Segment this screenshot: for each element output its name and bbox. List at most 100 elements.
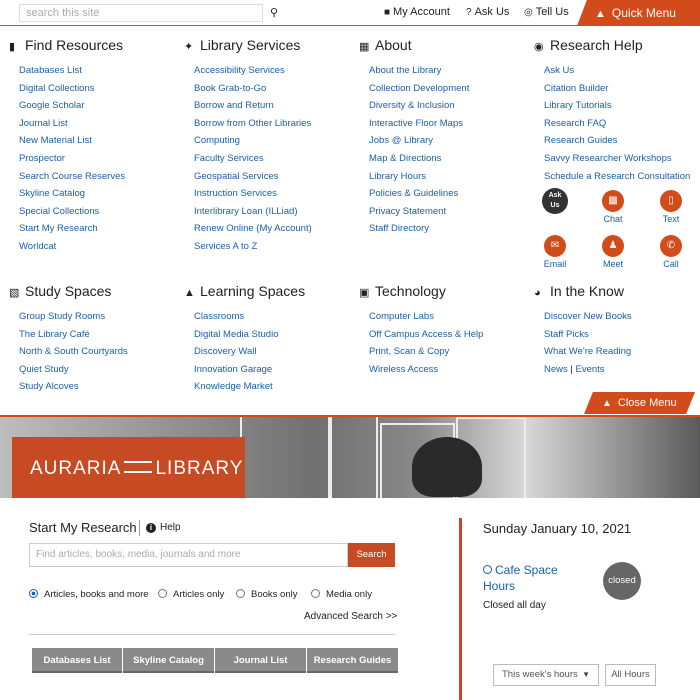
my-account-link[interactable]: ■ My Account: [384, 6, 450, 18]
menu-link[interactable]: Group Study Rooms: [19, 308, 128, 326]
chair-icon: ▧: [9, 287, 20, 299]
chat-button[interactable]: ▩ Chat: [593, 190, 633, 224]
question-icon: ?: [466, 7, 472, 18]
quick-menu-button[interactable]: ▲ Quick Menu: [577, 0, 700, 26]
skyline-catalog-button[interactable]: Skyline Catalog: [123, 648, 214, 673]
tell-us-link[interactable]: ◎ Tell Us: [524, 6, 569, 18]
menu-link[interactable]: Study Alcoves: [19, 378, 128, 396]
menu-link[interactable]: Renew Online (My Account): [194, 220, 312, 238]
menu-link[interactable]: Digital Media Studio: [194, 326, 305, 344]
menu-link[interactable]: Worldcat: [19, 238, 125, 256]
menu-link[interactable]: Classrooms: [194, 308, 305, 326]
menu-link[interactable]: Digital Collections: [19, 80, 125, 98]
menu-link[interactable]: North & South Courtyards: [19, 343, 128, 361]
menu-link[interactable]: About the Library: [369, 62, 469, 80]
menu-link[interactable]: The Library Café: [19, 326, 128, 344]
menu-link[interactable]: Ask Us: [544, 62, 690, 80]
menu-link[interactable]: Quiet Study: [19, 361, 128, 379]
menu-link[interactable]: What We're Reading: [544, 343, 632, 361]
menu-link[interactable]: Computing: [194, 132, 312, 150]
menu-link[interactable]: Borrow and Return: [194, 97, 312, 115]
radio-articles-only[interactable]: Articles only: [158, 589, 224, 600]
clock-icon: [483, 565, 492, 574]
chevron-down-icon: ▼: [582, 670, 590, 679]
library-services-heading: ✦ Library Services: [184, 37, 301, 53]
menu-link[interactable]: New Material List: [19, 132, 125, 150]
menu-link[interactable]: Google Scholar: [19, 97, 125, 115]
meet-button[interactable]: ♟ Meet: [593, 235, 633, 269]
week-hours-select[interactable]: This week's hours ▼: [493, 664, 599, 686]
menu-link[interactable]: Faculty Services: [194, 150, 312, 168]
menu-link[interactable]: Databases List: [19, 62, 125, 80]
menu-link[interactable]: Instruction Services: [194, 185, 312, 203]
menu-link[interactable]: Start My Research: [19, 220, 125, 238]
menu-link[interactable]: Discovery Wall: [194, 343, 305, 361]
menu-link[interactable]: Search Course Reserves: [19, 168, 125, 186]
site-search-input[interactable]: search this site: [19, 4, 263, 22]
technology-heading: ▣ Technology: [359, 283, 446, 299]
menu-link[interactable]: Collection Development: [369, 80, 469, 98]
menu-link[interactable]: Library Hours: [369, 168, 469, 186]
all-hours-button[interactable]: All Hours: [605, 664, 656, 686]
text-button[interactable]: ▯ Text: [651, 190, 691, 224]
menu-link[interactable]: Prospector: [19, 150, 125, 168]
study-spaces-column: ▧ Study Spaces Group Study Rooms The Libr…: [9, 283, 128, 396]
menu-link[interactable]: Journal List: [19, 115, 125, 133]
menu-link[interactable]: Wireless Access: [369, 361, 483, 379]
call-button[interactable]: ✆ Call: [651, 235, 691, 269]
radio-media-only[interactable]: Media only: [311, 589, 372, 600]
email-button[interactable]: ✉ Email: [535, 235, 575, 269]
events-link[interactable]: Events: [576, 364, 605, 375]
auraria-library-logo[interactable]: AURARIA LIBRARY: [30, 458, 243, 480]
research-search-input[interactable]: Find articles, books, media, journals an…: [29, 543, 348, 567]
menu-link[interactable]: Knowledge Market: [194, 378, 305, 396]
help-link[interactable]: i Help: [146, 522, 181, 533]
menu-link[interactable]: Borrow from Other Libraries: [194, 115, 312, 133]
book-icon: ▮: [9, 41, 16, 53]
news-link[interactable]: News: [544, 364, 568, 375]
menu-link[interactable]: Research FAQ: [544, 115, 690, 133]
menu-link[interactable]: Jobs @ Library: [369, 132, 469, 150]
databases-list-button[interactable]: Databases List: [32, 648, 122, 673]
search-icon[interactable]: ⚲: [266, 4, 282, 22]
journal-list-button[interactable]: Journal List: [215, 648, 306, 673]
menu-link[interactable]: Computer Labs: [369, 308, 483, 326]
ask-us-chat-button[interactable]: Ask Us: [535, 188, 575, 216]
menu-link[interactable]: Special Collections: [19, 203, 125, 221]
menu-link[interactable]: Discover New Books: [544, 308, 632, 326]
menu-link[interactable]: Staff Picks: [544, 326, 632, 344]
menu-link[interactable]: Book Grab-to-Go: [194, 80, 312, 98]
library-services-column: ✦ Library Services Accessibility Services…: [184, 37, 312, 256]
separator: |: [570, 363, 573, 375]
menu-link[interactable]: Geospatial Services: [194, 168, 312, 186]
ask-us-icon: Ask Us: [542, 188, 568, 214]
radio-books-only[interactable]: Books only: [236, 589, 297, 600]
menu-link[interactable]: Diversity & Inclusion: [369, 97, 469, 115]
learning-spaces-heading: ▲ Learning Spaces: [184, 283, 306, 299]
menu-link[interactable]: Print, Scan & Copy: [369, 343, 483, 361]
menu-link[interactable]: Schedule a Research Consultation: [544, 168, 690, 186]
radio-articles-books-more[interactable]: Articles, books and more: [29, 589, 149, 600]
cafe-space-hours-link[interactable]: Cafe Space Hours: [483, 562, 573, 594]
menu-link[interactable]: Interactive Floor Maps: [369, 115, 469, 133]
menu-link[interactable]: Off Campus Access & Help: [369, 326, 483, 344]
menu-link[interactable]: Skyline Catalog: [19, 185, 125, 203]
close-menu-button[interactable]: ▲ Close Menu: [584, 392, 695, 414]
window-frame: [330, 417, 378, 498]
research-search-button[interactable]: Search: [348, 543, 395, 567]
menu-link[interactable]: Staff Directory: [369, 220, 469, 238]
ask-us-link[interactable]: ? Ask Us: [466, 6, 509, 18]
menu-link[interactable]: Innovation Garage: [194, 361, 305, 379]
menu-link[interactable]: Map & Directions: [369, 150, 469, 168]
menu-link[interactable]: Accessibility Services: [194, 62, 312, 80]
menu-link[interactable]: Interlibrary Loan (ILLiad): [194, 203, 312, 221]
menu-link[interactable]: Privacy Statement: [369, 203, 469, 221]
menu-link[interactable]: Services A to Z: [194, 238, 312, 256]
menu-link[interactable]: Savvy Researcher Workshops: [544, 150, 690, 168]
menu-link[interactable]: Policies & Guidelines: [369, 185, 469, 203]
menu-link[interactable]: Library Tutorials: [544, 97, 690, 115]
advanced-search-link[interactable]: Advanced Search >>: [304, 611, 397, 622]
menu-link[interactable]: Citation Builder: [544, 80, 690, 98]
research-guides-button[interactable]: Research Guides: [307, 648, 398, 673]
menu-link[interactable]: Research Guides: [544, 132, 690, 150]
